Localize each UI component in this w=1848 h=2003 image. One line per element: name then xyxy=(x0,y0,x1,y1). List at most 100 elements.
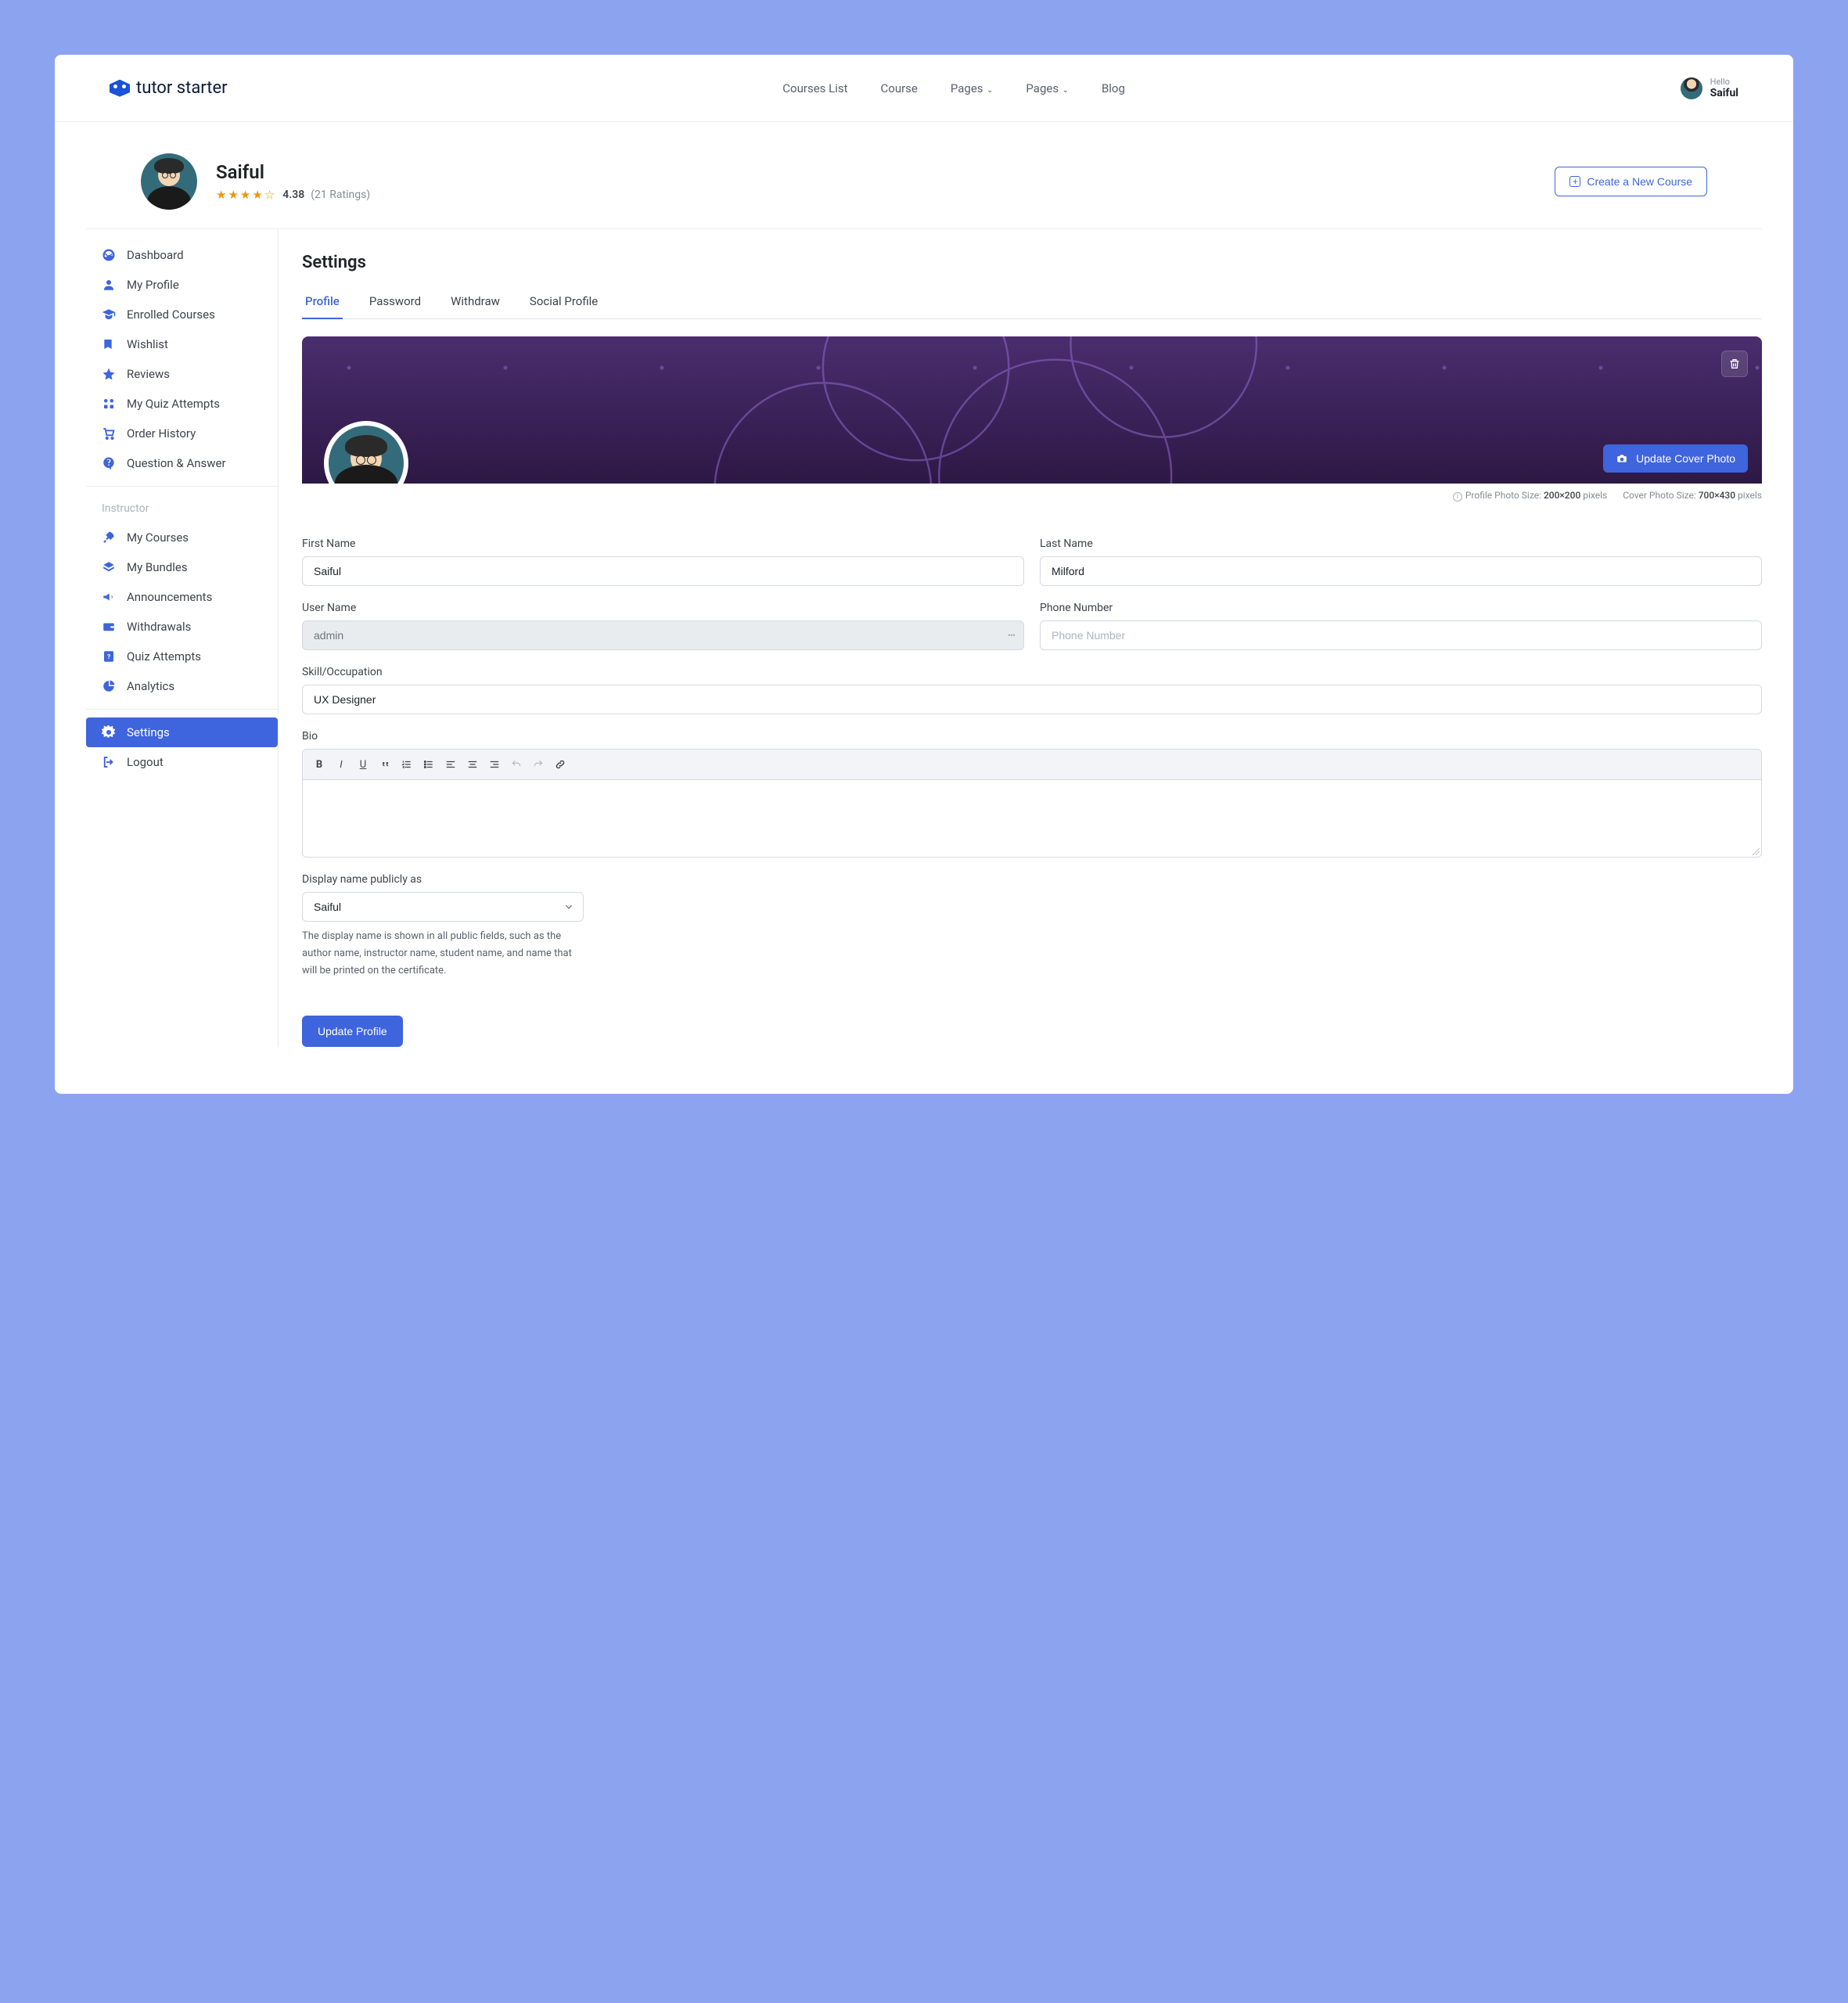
sidebar-item-label: My Bundles xyxy=(127,560,188,574)
pie-chart-icon xyxy=(102,679,116,693)
question-icon xyxy=(102,456,116,470)
camera-icon xyxy=(1616,453,1628,464)
bio-editor: B I U xyxy=(302,749,1762,858)
layers-icon xyxy=(102,560,116,574)
user-name: Saiful xyxy=(1710,87,1738,99)
align-left-button[interactable] xyxy=(440,754,461,775)
nav-blog[interactable]: Blog xyxy=(1102,81,1125,95)
phone-label: Phone Number xyxy=(1040,602,1762,614)
hello-label: Hello xyxy=(1710,77,1738,87)
cover-image: Update Cover Photo xyxy=(302,336,1762,484)
plus-icon: + xyxy=(1569,176,1580,187)
sidebar-item-my-courses[interactable]: My Courses xyxy=(86,523,278,552)
sidebar-item-wishlist[interactable]: Wishlist xyxy=(86,329,278,359)
update-cover-label: Update Cover Photo xyxy=(1636,452,1735,465)
update-profile-button[interactable]: Update Profile xyxy=(302,1016,403,1047)
first-name-input[interactable] xyxy=(302,556,1024,586)
tab-password[interactable]: Password xyxy=(366,289,424,318)
sidebar-item-label: Analytics xyxy=(127,679,174,693)
sidebar-item-label: Quiz Attempts xyxy=(127,649,201,663)
sidebar-item-reviews[interactable]: Reviews xyxy=(86,359,278,389)
sidebar-item-enrolled[interactable]: Enrolled Courses xyxy=(86,300,278,329)
quiz-icon xyxy=(102,397,116,411)
link-button[interactable] xyxy=(550,754,570,775)
rating-count: (21 Ratings) xyxy=(311,189,370,201)
user-name-label: User Name xyxy=(302,602,1024,614)
avatar-icon xyxy=(1681,77,1702,99)
star-icon: ★ xyxy=(240,188,250,202)
sidebar-item-qa[interactable]: Question & Answer xyxy=(86,448,278,478)
redo-button[interactable] xyxy=(528,754,548,775)
page-title: Settings xyxy=(302,253,1762,272)
sidebar-item-logout[interactable]: Logout xyxy=(86,747,278,777)
nav-pages-1[interactable]: Pages ⌄ xyxy=(951,81,994,95)
skill-input[interactable] xyxy=(302,685,1762,714)
star-icon: ★ xyxy=(228,188,238,202)
chevron-down-icon: ⌄ xyxy=(1060,86,1069,95)
ol-button[interactable] xyxy=(397,754,417,775)
tab-social[interactable]: Social Profile xyxy=(527,289,601,318)
nav-pages-2[interactable]: Pages ⌄ xyxy=(1026,81,1069,95)
nav-courses-list[interactable]: Courses List xyxy=(782,81,847,95)
profile-name: Saiful xyxy=(216,161,370,183)
sidebar-item-my-profile[interactable]: My Profile xyxy=(86,270,278,300)
ul-button[interactable] xyxy=(419,754,439,775)
first-name-label: First Name xyxy=(302,538,1024,550)
sidebar-item-label: Question & Answer xyxy=(127,456,226,470)
sidebar-item-label: Dashboard xyxy=(127,248,184,262)
update-cover-button[interactable]: Update Cover Photo xyxy=(1603,444,1748,473)
underline-button[interactable]: U xyxy=(353,754,373,775)
display-name-help: The display name is shown in all public … xyxy=(302,928,584,980)
rating-stars: ★ ★ ★ ★ ☆ 4.38 (21 Ratings) xyxy=(216,188,370,202)
sidebar-item-settings[interactable]: Settings xyxy=(86,717,278,747)
cover-size-hint: Cover Photo Size: 700×430 pixels xyxy=(1623,490,1762,502)
sidebar-item-my-bundles[interactable]: My Bundles xyxy=(86,552,278,582)
quote-button[interactable] xyxy=(375,754,395,775)
delete-cover-button[interactable] xyxy=(1721,351,1748,377)
logo-icon xyxy=(110,80,130,97)
settings-tabs: Profile Password Withdraw Social Profile xyxy=(302,289,1762,319)
bold-button[interactable]: B xyxy=(309,754,329,775)
skill-label: Skill/Occupation xyxy=(302,666,1762,678)
sidebar-item-label: Withdrawals xyxy=(127,620,191,634)
graduation-icon xyxy=(102,307,116,322)
rocket-icon xyxy=(102,530,116,545)
align-right-button[interactable] xyxy=(484,754,505,775)
bio-textarea[interactable] xyxy=(303,780,1761,857)
sidebar-item-my-quiz[interactable]: My Quiz Attempts xyxy=(86,389,278,419)
user-menu[interactable]: Hello Saiful xyxy=(1681,77,1738,99)
info-icon: i xyxy=(1453,492,1462,502)
sidebar-item-label: My Profile xyxy=(127,278,179,292)
profile-avatar xyxy=(141,153,197,210)
sidebar-heading-instructor: Instructor xyxy=(86,494,278,523)
sidebar-item-withdrawals[interactable]: Withdrawals xyxy=(86,612,278,642)
sidebar-item-orders[interactable]: Order History xyxy=(86,419,278,448)
last-name-input[interactable] xyxy=(1040,556,1762,586)
logo-text: tutor starter xyxy=(136,78,228,98)
phone-input[interactable] xyxy=(1040,620,1762,650)
star-outline-icon: ☆ xyxy=(264,188,275,202)
top-nav: Courses List Course Pages ⌄ Pages ⌄ Blog xyxy=(782,81,1125,95)
last-name-label: Last Name xyxy=(1040,538,1762,550)
tab-withdraw[interactable]: Withdraw xyxy=(448,289,503,318)
display-name-select[interactable] xyxy=(302,892,584,922)
star-icon xyxy=(102,367,116,381)
sidebar-item-label: My Courses xyxy=(127,530,189,545)
undo-button[interactable] xyxy=(506,754,527,775)
sidebar-item-quiz-attempts[interactable]: ? Quiz Attempts xyxy=(86,642,278,671)
trash-icon xyxy=(1728,358,1741,370)
create-course-button[interactable]: + Create a New Course xyxy=(1555,167,1707,196)
logo[interactable]: tutor starter xyxy=(110,78,228,98)
tab-profile[interactable]: Profile xyxy=(302,289,343,319)
italic-button[interactable]: I xyxy=(331,754,351,775)
align-center-button[interactable] xyxy=(462,754,483,775)
sidebar-item-announcements[interactable]: Announcements xyxy=(86,582,278,612)
editor-toolbar: B I U xyxy=(303,750,1761,780)
nav-course[interactable]: Course xyxy=(881,81,918,95)
sidebar-item-dashboard[interactable]: Dashboard xyxy=(86,240,278,270)
svg-text:?: ? xyxy=(107,653,110,661)
create-course-label: Create a New Course xyxy=(1587,175,1692,188)
sidebar-item-analytics[interactable]: Analytics xyxy=(86,671,278,701)
sidebar-item-label: Enrolled Courses xyxy=(127,307,215,322)
chevron-down-icon: ⌄ xyxy=(985,86,994,95)
